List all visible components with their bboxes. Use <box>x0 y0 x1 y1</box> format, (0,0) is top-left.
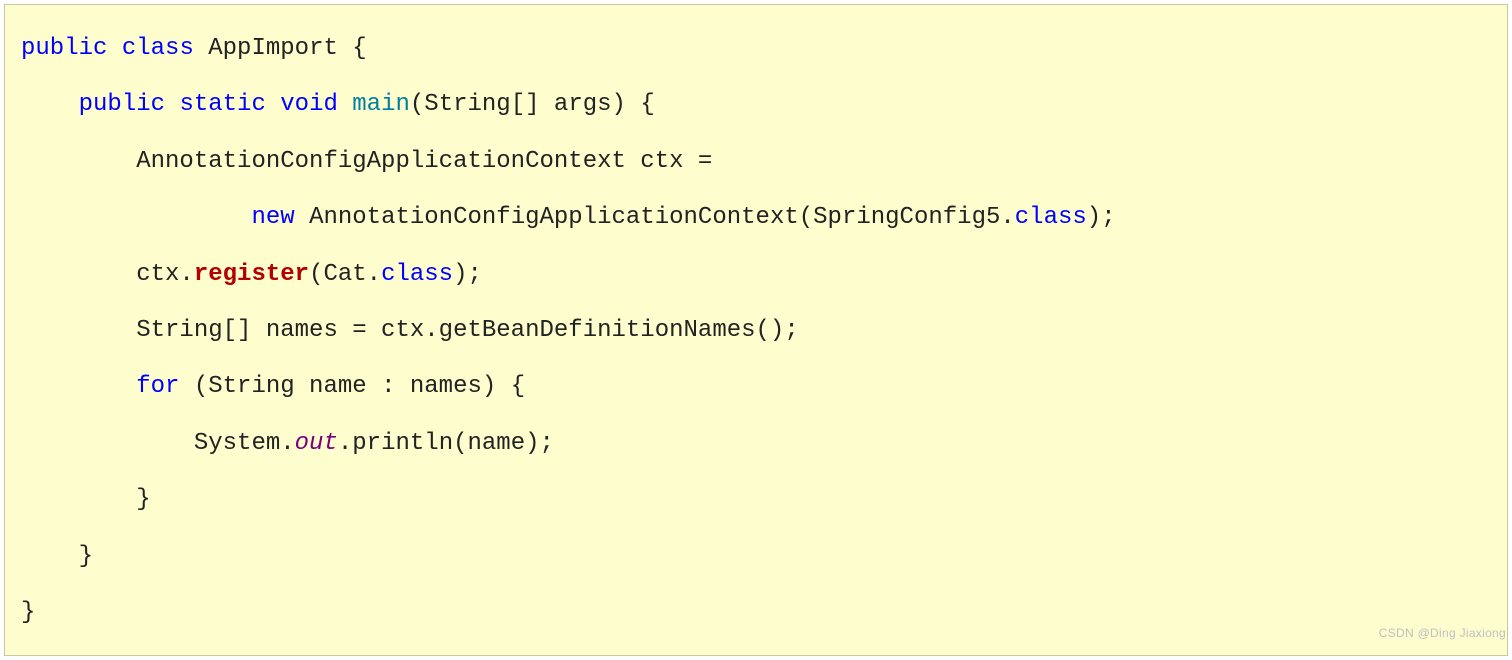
for-rest: (String name : names) { <box>179 373 525 400</box>
watermark: CSDN @Ding Jiaxiong <box>1379 626 1506 640</box>
ctx-dot: ctx. <box>136 261 194 288</box>
method-register: register <box>194 261 309 288</box>
class-literal-1: class <box>1015 204 1087 231</box>
keyword-public: public <box>21 35 107 62</box>
params: (String[] args) { <box>410 91 655 118</box>
keyword-static: static <box>179 91 265 118</box>
close-2: ); <box>453 261 482 288</box>
field-out: out <box>295 430 338 457</box>
brace-close-for: } <box>136 486 150 513</box>
system-dot: System. <box>194 430 295 457</box>
register-arg: (Cat. <box>309 261 381 288</box>
keyword-void: void <box>280 91 338 118</box>
ctx-declare: AnnotationConfigApplicationContext ctx = <box>136 148 712 175</box>
keyword-for: for <box>136 373 179 400</box>
brace-close-method: } <box>79 543 93 570</box>
keyword-class: class <box>122 35 194 62</box>
class-literal-2: class <box>381 261 453 288</box>
close-1: ); <box>1087 204 1116 231</box>
names-line: String[] names = ctx.getBeanDefinitionNa… <box>136 317 799 344</box>
brace-open: { <box>352 35 366 62</box>
brace-close-class: } <box>21 599 35 626</box>
keyword-new: new <box>251 204 294 231</box>
method-main: main <box>352 91 410 118</box>
code-block: public class AppImport { public static v… <box>4 4 1508 656</box>
class-name: AppImport <box>208 35 338 62</box>
ctor-call: AnnotationConfigApplicationContext(Sprin… <box>309 204 1015 231</box>
println-call: .println(name); <box>338 430 554 457</box>
keyword-public-2: public <box>79 91 165 118</box>
